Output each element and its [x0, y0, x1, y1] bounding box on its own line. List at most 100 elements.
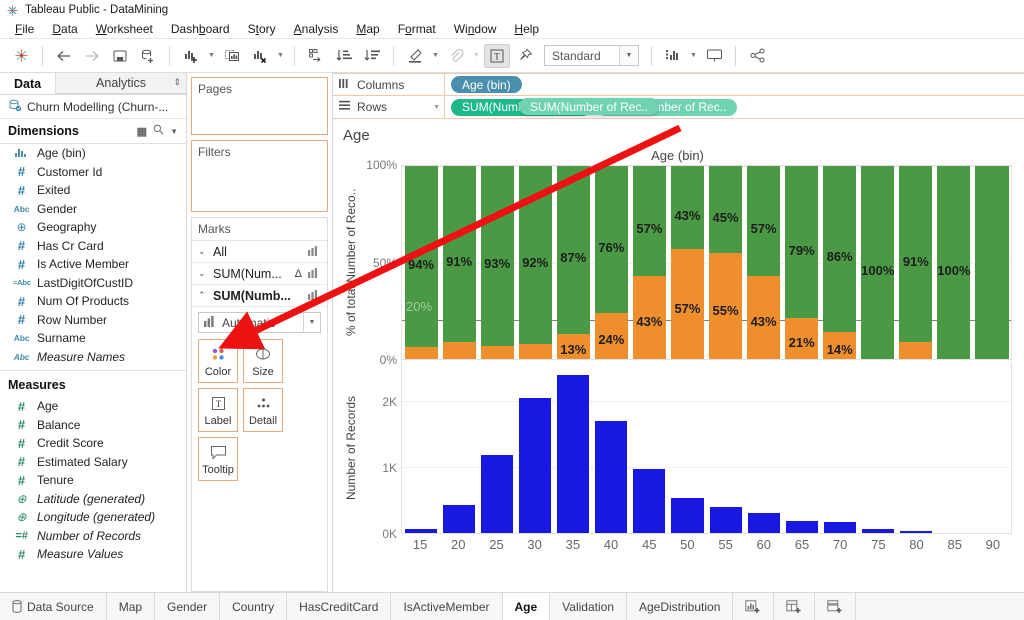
measure-latitude-generated[interactable]: ⊕Latitude (generated) — [0, 490, 186, 509]
stacked-bar-85[interactable]: 100% — [935, 166, 973, 359]
stacked-bar-55[interactable]: 45%55% — [707, 166, 745, 359]
sort-descending-icon[interactable] — [359, 44, 385, 68]
stacked-bar-50[interactable]: 43%57% — [668, 166, 706, 359]
sheet-tab-isactivemember[interactable]: IsActiveMember — [391, 593, 502, 620]
stacked-bar-20[interactable]: 91% — [440, 166, 478, 359]
bar[interactable] — [786, 521, 818, 533]
chevron-up-icon[interactable]: ⌃ — [198, 290, 207, 301]
stacked-bar-60[interactable]: 57%43% — [745, 166, 783, 359]
sheet-tab-country[interactable]: Country — [220, 593, 287, 620]
menu-item-analysis[interactable]: Analysis — [285, 21, 348, 37]
dimension-lastdigitofcustid[interactable]: =AbcLastDigitOfCustID — [0, 274, 186, 293]
histogram-bar-65[interactable] — [783, 362, 821, 533]
histogram-bar-50[interactable] — [668, 362, 706, 533]
dropdown-menu-icon[interactable]: ▼ — [170, 127, 178, 136]
histogram-bar-55[interactable] — [707, 362, 745, 533]
search-icon[interactable] — [153, 124, 164, 138]
histogram-bar-70[interactable] — [821, 362, 859, 533]
dragging-pill[interactable]: SUM(Number of Rec.. — [519, 98, 659, 115]
highlight-icon[interactable] — [402, 44, 428, 68]
sheet-tab-map[interactable]: Map — [107, 593, 155, 620]
stacked-bar-75[interactable]: 100% — [859, 166, 897, 359]
measure-credit-score[interactable]: #Credit Score — [0, 434, 186, 453]
stacked-bar-15[interactable]: 94% — [402, 166, 440, 359]
measure-tenure[interactable]: #Tenure — [0, 471, 186, 490]
dimension-row-number[interactable]: #Row Number — [0, 311, 186, 330]
measure-longitude-generated[interactable]: ⊕Longitude (generated) — [0, 508, 186, 527]
histogram-bar-15[interactable] — [402, 362, 440, 533]
stacked-bar-30[interactable]: 92% — [516, 166, 554, 359]
measure-age[interactable]: #Age — [0, 397, 186, 416]
marks-row-2[interactable]: ⌃SUM(Numb... — [192, 285, 327, 307]
menu-item-worksheet[interactable]: Worksheet — [87, 21, 162, 37]
dimension-surname[interactable]: AbcSurname — [0, 329, 186, 348]
segment-exited[interactable] — [405, 347, 438, 359]
stacked-bar-35[interactable]: 87%13% — [554, 166, 592, 359]
chevron-down-icon[interactable]: ▼ — [619, 46, 638, 65]
presentation-mode-icon[interactable] — [701, 44, 727, 68]
new-worksheet-tab-button[interactable] — [733, 593, 774, 620]
dimension-geography[interactable]: ⊕Geography — [0, 218, 186, 237]
new-worksheet-dropdown-icon[interactable]: ▼ — [206, 44, 217, 68]
clear-sheet-dropdown-icon[interactable]: ▼ — [275, 44, 286, 68]
highlight-dropdown-icon[interactable]: ▼ — [430, 44, 441, 68]
tab-data[interactable]: Data — [0, 73, 55, 94]
sheet-tab-agedistribution[interactable]: AgeDistribution — [627, 593, 733, 620]
bar[interactable] — [405, 529, 437, 533]
menu-item-story[interactable]: Story — [239, 21, 285, 37]
bar[interactable] — [595, 421, 627, 533]
bar[interactable] — [748, 513, 780, 533]
chevron-updown-icon[interactable]: ⇕ — [173, 77, 181, 88]
dimension-num-of-products[interactable]: #Num Of Products — [0, 292, 186, 311]
stacked-bar-90[interactable] — [973, 166, 1011, 359]
segment-exited[interactable] — [899, 342, 932, 359]
histogram-bar-45[interactable] — [630, 362, 668, 533]
bar[interactable] — [633, 469, 665, 533]
dimension-age-bin[interactable]: Age (bin) — [0, 144, 186, 163]
menu-item-data[interactable]: Data — [43, 21, 86, 37]
chevron-down-icon[interactable]: ▼ — [433, 104, 440, 111]
chevron-down-icon[interactable]: ⌄ — [198, 246, 207, 257]
histogram-bar-60[interactable] — [745, 362, 783, 533]
redo-arrow-icon[interactable] — [79, 44, 105, 68]
histogram-bar-90[interactable] — [973, 362, 1011, 533]
measure-balance[interactable]: #Balance — [0, 416, 186, 435]
columns-shelf[interactable]: Columns Age (bin) — [333, 73, 1024, 96]
chevron-down-icon[interactable]: ⌄ — [198, 268, 207, 279]
show-me-dropdown-icon[interactable]: ▼ — [688, 44, 699, 68]
bar[interactable] — [900, 531, 932, 533]
marks-color-button[interactable]: Color — [198, 339, 238, 383]
new-story-tab-button[interactable] — [815, 593, 856, 620]
chevron-down-icon[interactable]: ▼ — [303, 313, 320, 332]
sheet-tab-age[interactable]: Age — [503, 593, 551, 620]
stacked-bar-80[interactable]: 91% — [897, 166, 935, 359]
pin-axis-icon[interactable] — [512, 44, 538, 68]
marks-row-1[interactable]: ⌄SUM(Num...Δ — [192, 263, 327, 285]
fit-select[interactable]: Standard ▼ — [544, 45, 639, 66]
sheet-tab-hascreditcard[interactable]: HasCreditCard — [287, 593, 391, 620]
marks-tooltip-button[interactable]: Tooltip — [198, 437, 238, 481]
sort-ascending-icon[interactable] — [331, 44, 357, 68]
pages-shelf[interactable]: Pages — [191, 77, 328, 135]
datasource-row[interactable]: Churn Modelling (Churn-... — [0, 95, 186, 119]
segment-exited[interactable] — [481, 346, 514, 360]
segment-retained[interactable] — [975, 166, 1008, 359]
bar[interactable] — [710, 507, 742, 533]
bar[interactable] — [519, 398, 551, 533]
share-icon[interactable] — [744, 44, 770, 68]
histogram-bar-30[interactable] — [516, 362, 554, 533]
menu-item-file[interactable]: File — [6, 21, 43, 37]
bar[interactable] — [824, 522, 856, 533]
histogram-bar-80[interactable] — [897, 362, 935, 533]
histogram-bar-35[interactable] — [554, 362, 592, 533]
histogram-bar-75[interactable] — [859, 362, 897, 533]
tableau-flame-icon[interactable] — [8, 44, 34, 68]
marks-row-0[interactable]: ⌄All — [192, 241, 327, 263]
sheet-tab-gender[interactable]: Gender — [155, 593, 220, 620]
text-tool-icon[interactable]: T — [484, 44, 510, 68]
pill-age-bin[interactable]: Age (bin) — [451, 76, 522, 93]
segment-exited[interactable] — [443, 342, 476, 359]
show-me-icon[interactable] — [660, 44, 686, 68]
measure-estimated-salary[interactable]: #Estimated Salary — [0, 453, 186, 472]
data-source-tab[interactable]: Data Source — [0, 593, 107, 620]
